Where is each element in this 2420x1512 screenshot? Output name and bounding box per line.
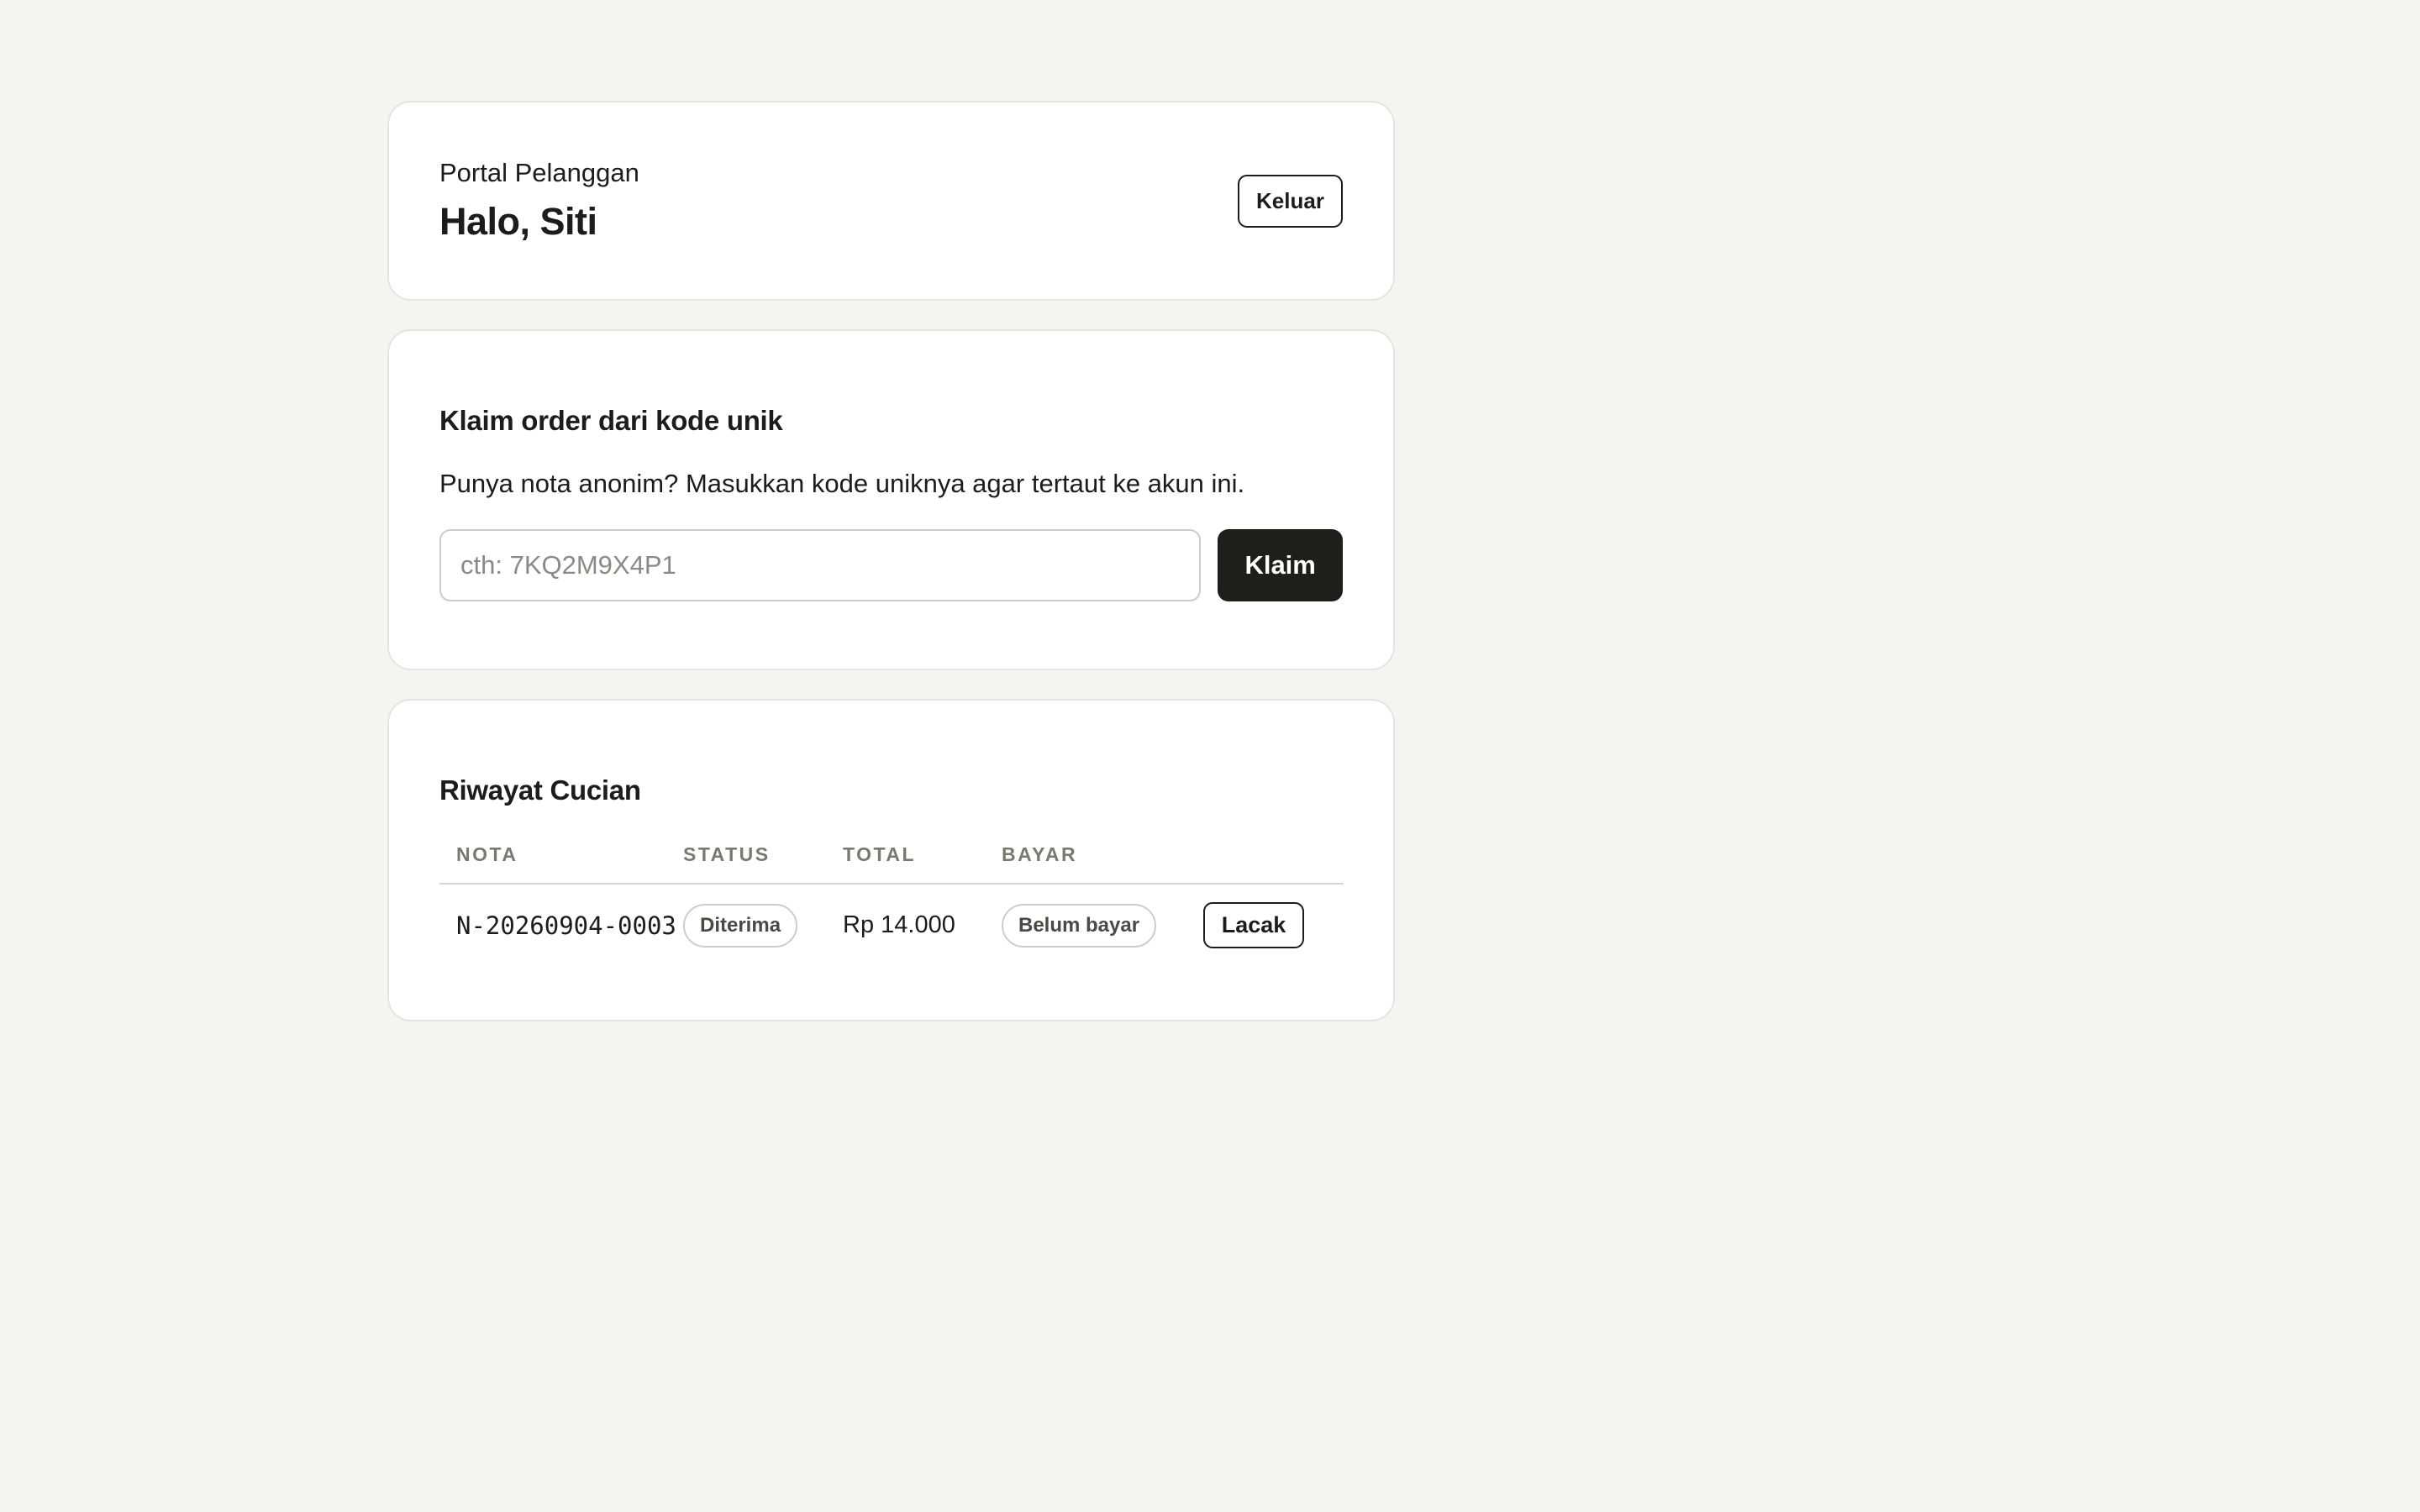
- column-header-bayar: BAYAR: [1002, 840, 1203, 885]
- status-cell: Diterima: [683, 884, 843, 966]
- column-header-nota: NOTA: [439, 840, 683, 885]
- claim-code-input[interactable]: [439, 529, 1202, 601]
- status-badge: Diterima: [683, 903, 798, 948]
- history-card: Riwayat Cucian NOTA STATUS TOTAL BAYAR N…: [387, 699, 1395, 1021]
- claim-button[interactable]: Klaim: [1218, 529, 1343, 601]
- claim-card: Klaim order dari kode unik Punya nota an…: [387, 329, 1395, 670]
- page-container: Portal Pelanggan Halo, Siti Keluar Klaim…: [387, 101, 1395, 1050]
- table-row: N-20260904-0003 Diterima Rp 14.000 Belum…: [439, 884, 1344, 966]
- claim-title: Klaim order dari kode unik: [439, 405, 783, 436]
- nota-number: N-20260904-0003: [456, 911, 676, 940]
- greeting-title: Halo, Siti: [439, 200, 597, 243]
- claim-form: Klaim: [439, 529, 1343, 601]
- history-title: Riwayat Cucian: [439, 774, 641, 806]
- payment-cell: Belum bayar: [1002, 884, 1203, 966]
- portal-label: Portal Pelanggan: [439, 158, 639, 187]
- column-header-status: STATUS: [683, 840, 843, 885]
- track-button[interactable]: Lacak: [1203, 902, 1304, 948]
- history-table: NOTA STATUS TOTAL BAYAR N-20260904-0003 …: [439, 840, 1344, 966]
- header-text: Portal Pelanggan Halo, Siti: [439, 158, 639, 244]
- claim-description: Punya nota anonim? Masukkan kode uniknya…: [439, 469, 1245, 498]
- logout-button[interactable]: Keluar: [1238, 174, 1343, 228]
- total-amount: Rp 14.000: [843, 911, 955, 938]
- column-header-action: [1203, 840, 1344, 885]
- column-header-total: TOTAL: [843, 840, 1002, 885]
- table-header-row: NOTA STATUS TOTAL BAYAR: [439, 840, 1344, 885]
- header-card: Portal Pelanggan Halo, Siti Keluar: [387, 101, 1395, 301]
- payment-status-badge: Belum bayar: [1002, 903, 1157, 948]
- action-cell: Lacak: [1203, 884, 1344, 966]
